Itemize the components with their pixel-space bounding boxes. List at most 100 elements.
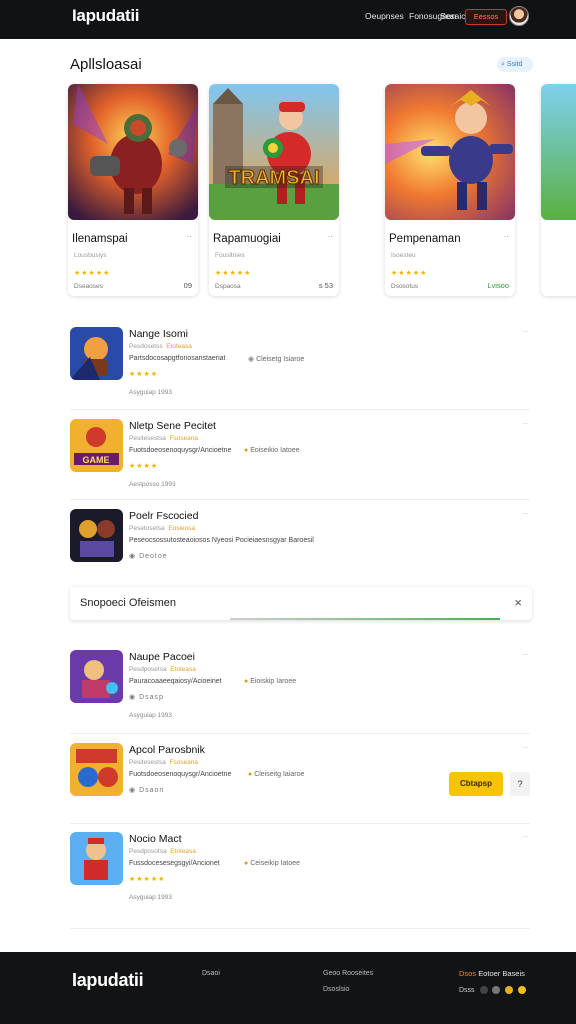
list-item[interactable]: Poelr Fscocied Pesetosetsa Eosieosa Pese…: [70, 509, 530, 581]
search-label: Ssitd: [506, 61, 523, 68]
row-meta: ◉ Dsasp: [129, 694, 164, 701]
card-meta: Dseaoses: [74, 283, 103, 290]
close-icon[interactable]: ×: [514, 595, 522, 610]
row-title: Nange Isomi: [129, 328, 188, 340]
row-menu-icon[interactable]: ··: [523, 832, 528, 841]
search-chip[interactable]: ⌕ Ssitd: [497, 57, 533, 72]
coin-icon[interactable]: [505, 986, 514, 994]
card-price: Lvisoo: [487, 281, 509, 290]
app-icon: [70, 327, 123, 380]
svg-text:GAME: GAME: [83, 455, 110, 465]
divider: [70, 823, 530, 824]
row-tag: ● Eioiskip Iaroee: [244, 678, 297, 685]
card-menu-icon[interactable]: ··: [504, 232, 509, 241]
divider: [70, 733, 530, 734]
row-tag: ● Eoiseikio Iatoee: [244, 447, 300, 454]
footer-link[interactable]: Dsoslsio: [323, 986, 349, 993]
tag-icon: ◉: [248, 356, 257, 363]
card-meta: Dsosotus: [391, 283, 419, 290]
row-menu-icon[interactable]: ··: [523, 419, 528, 428]
card-rating: ★★★★★: [74, 270, 111, 277]
footer: Iapudatii Dsaoi Geoo Rooseites Dsoslsio …: [0, 952, 576, 1024]
card-subtitle: Isoesteu: [391, 252, 416, 259]
row-title: Poelr Fscocied: [129, 510, 199, 522]
promo-banner[interactable]: Snopoeci Ofeismen ×: [70, 587, 532, 620]
info-icon: ◉: [129, 553, 140, 560]
footer-accent-text: Dsos Eotoer Baseis: [459, 969, 525, 978]
divider: [70, 499, 530, 500]
footer-link[interactable]: Geoo Rooseites: [323, 970, 373, 977]
row-description: Pauracoaaeeqaiosy/Acioeinet: [129, 678, 222, 685]
card-menu-icon[interactable]: ··: [328, 232, 333, 241]
row-subtitle: Pesetosetsa Eosieosa: [129, 525, 196, 532]
card-art-fighter: TRAMSAI: [209, 84, 339, 220]
divider: [70, 928, 530, 929]
header-action-button[interactable]: Eessos: [465, 9, 507, 25]
more-button[interactable]: ?: [510, 772, 530, 796]
share-icon[interactable]: [492, 986, 501, 994]
row-subtitle: Pesdosetss Etoteasa: [129, 343, 192, 350]
smile-icon[interactable]: [518, 986, 527, 994]
divider: [70, 409, 530, 410]
card-price: 09: [183, 281, 192, 290]
row-title: Nletp Sene Pecitet: [129, 420, 216, 432]
banner-text: Snopoeci Ofeismen: [80, 597, 176, 609]
info-icon: ◉: [129, 694, 140, 701]
card-title: Rapamuogiai: [213, 233, 281, 245]
card-art-warrior: [68, 84, 198, 220]
row-description: Peseocsossutosteaoiosos Nyeosi Pocieiaes…: [129, 537, 314, 544]
card-art-title: TRAMSAI: [228, 167, 319, 189]
row-subtitle: Pesdposotsa Etoteasa: [129, 848, 196, 855]
card-art-peek: [541, 84, 576, 220]
list-item[interactable]: GAME Nletp Sene Pecitet Pesitesestsa Fso…: [70, 419, 530, 491]
row-tag: ◉ Cleisetg Isiaroe: [248, 356, 305, 363]
card-title: Pempenaman: [389, 233, 461, 245]
card-subtitle: Lousbusiys: [74, 252, 107, 259]
row-date: Asyguiap 1993: [129, 894, 173, 901]
app-icon: [70, 832, 123, 885]
row-rating: ★★★★: [129, 463, 159, 470]
app-icon: [70, 509, 123, 562]
footer-logo[interactable]: Iapudatii: [72, 970, 144, 991]
row-rating: ★★★★★: [129, 876, 166, 883]
row-meta: ◉ Dsaon: [129, 787, 165, 794]
featured-card-1[interactable]: Ilenamspai ·· Lousbusiys ★★★★★ Dseaoses …: [68, 84, 198, 296]
list-item[interactable]: Naupe Pacoei Pesdposetsa Etoteasa Paurac…: [70, 650, 530, 722]
row-description: Fuotsdoeosenoquysgr/Ancioetne: [129, 447, 232, 454]
row-subtitle: Pesdposetsa Etoteasa: [129, 666, 196, 673]
row-tag: ● Ceiseikip Iatoee: [244, 860, 300, 867]
avatar[interactable]: [509, 6, 529, 26]
row-description: Partsdocosapgtfonosanstaeriat: [129, 355, 226, 362]
list-item[interactable]: Nocio Mact Pesdposotsa Etoteasa Fussdoce…: [70, 832, 530, 904]
nav-link-3[interactable]: Sesaic: [440, 11, 466, 21]
row-description: Fussdocesesegsgyi/Ancionet: [129, 860, 220, 867]
footer-link[interactable]: Dsaoi: [202, 970, 220, 977]
card-rating: ★★★★★: [215, 270, 252, 277]
featured-card-3[interactable]: Pempenaman ·· Isoesteu ★★★★★ Dsosotus Lv…: [385, 84, 515, 296]
brand-logo[interactable]: Iapudatii: [72, 6, 140, 26]
featured-card-peek[interactable]: [541, 84, 576, 296]
row-menu-icon[interactable]: ··: [523, 327, 528, 336]
row-date: Aestposso 1993: [129, 481, 176, 488]
app-icon: GAME: [70, 419, 123, 472]
card-menu-icon[interactable]: ··: [187, 232, 192, 241]
row-title: Naupe Pacoei: [129, 651, 195, 663]
row-menu-icon[interactable]: ··: [523, 743, 528, 752]
row-menu-icon[interactable]: ··: [523, 509, 528, 518]
card-art-hero: [385, 84, 515, 220]
install-button[interactable]: Cbtapsp: [449, 772, 503, 796]
row-title: Nocio Mact: [129, 833, 182, 845]
row-tag: ● Cleiseitg Iaiaroe: [248, 771, 305, 778]
row-title: Apcol Parosbnik: [129, 744, 205, 756]
card-price: s 53: [318, 281, 333, 290]
top-navbar: Iapudatii Oeupnses Fonosugnon Sesaic Ees…: [0, 0, 576, 39]
row-rating: ★★★★: [129, 371, 159, 378]
globe-icon[interactable]: [479, 986, 488, 994]
list-item[interactable]: Nange Isomi Pesdosetss Etoteasa Partsdoc…: [70, 327, 530, 399]
row-meta: ◉ Deotoe: [129, 553, 168, 560]
featured-card-2[interactable]: TRAMSAI Rapamuogiai ·· Fousltnies ★★★★★ …: [209, 84, 339, 296]
nav-link-1[interactable]: Oeupnses: [365, 11, 404, 21]
banner-progress: [230, 618, 500, 620]
row-menu-icon[interactable]: ··: [523, 650, 528, 659]
row-date: Asyguiap 1993: [129, 389, 173, 396]
